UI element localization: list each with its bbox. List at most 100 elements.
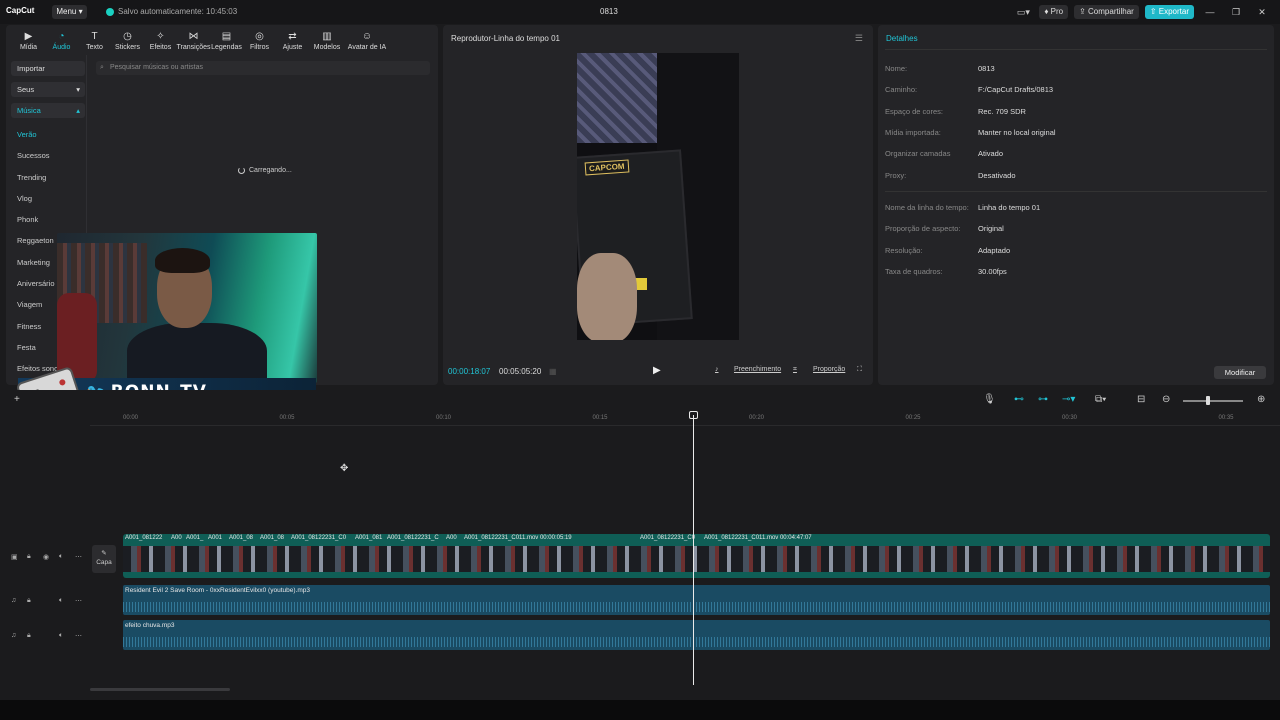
detail-label: Nome da linha do tempo:	[885, 203, 969, 212]
tab-adjust[interactable]: ⇄ Ajuste	[276, 27, 309, 52]
tab-audio[interactable]: ◔ Áudio	[45, 27, 78, 52]
search-icon: ⌕	[100, 64, 104, 71]
split-icon[interactable]: ⧉▾	[1095, 394, 1106, 405]
menu-button[interactable]: Menu ▾	[52, 5, 87, 19]
playhead[interactable]	[693, 415, 694, 685]
more-icon[interactable]: ⋯	[75, 632, 82, 640]
volume-icon[interactable]: 🔈︎	[59, 553, 63, 561]
export-button[interactable]: ⇧ Exportar	[1144, 5, 1194, 19]
share-button[interactable]: ⇪ Compartilhar	[1074, 5, 1139, 19]
chevron-up-icon: ▴	[76, 106, 80, 115]
pro-button[interactable]: ♦ Pro	[1039, 5, 1069, 19]
lock-icon[interactable]: 🔒︎	[27, 553, 31, 561]
link-icon[interactable]: ⊶	[1038, 394, 1048, 405]
mouse-cursor-icon: ✥	[340, 463, 349, 474]
cover-button[interactable]: ✎ Capa	[92, 545, 116, 573]
horizontal-scrollbar[interactable]	[90, 688, 230, 691]
audio-clip-music[interactable]: Resident Evil 2 Save Room - 0xxResidentE…	[123, 585, 1270, 615]
clip-label: A001_08122231_C	[387, 535, 439, 541]
sticker-icon: ◷	[123, 31, 132, 42]
fullscreen-icon[interactable]: ⛶	[857, 366, 862, 374]
tab-captions[interactable]: ▤ Legendas	[210, 27, 243, 52]
tab-templates[interactable]: ▥ Modelos	[309, 27, 345, 52]
loading-indicator: Carregando...	[238, 167, 292, 174]
sidebar-item[interactable]: Sucessos	[11, 145, 85, 166]
project-title: 0813	[600, 7, 618, 16]
fill-button[interactable]: Preenchimento	[734, 366, 781, 373]
close-icon[interactable]: ✕	[1252, 7, 1272, 18]
layout-icon[interactable]: ▭▾	[1013, 7, 1033, 18]
microphone-icon[interactable]: 🎙	[983, 394, 996, 405]
tab-label: Filtros	[249, 44, 270, 51]
tab-label: Avatar de IA	[347, 44, 387, 51]
total-timecode: 00:05:05:20	[499, 367, 542, 376]
volume-icon[interactable]: 🔈︎	[59, 632, 63, 640]
media-icon: ▶	[24, 31, 33, 42]
title-bar: CapCut Menu ▾ Salvo automaticamente: 10:…	[0, 0, 1280, 24]
ruler-tick: 00:35	[1218, 415, 1234, 421]
tab-ai-avatar[interactable]: ☺ Avatar de IA	[345, 27, 389, 52]
play-icon[interactable]: ▶	[653, 365, 661, 376]
menu-icon[interactable]: ☰	[855, 33, 863, 44]
tab-filters[interactable]: ◎ Filtros	[243, 27, 276, 52]
restore-icon[interactable]: ❐	[1226, 7, 1246, 18]
crop-icon[interactable]: ⌗	[793, 366, 797, 374]
zoom-slider[interactable]	[1183, 400, 1243, 402]
detail-value: Adaptado	[978, 245, 1011, 255]
tiktok-icon[interactable]: ♪	[715, 366, 719, 373]
ruler-tick: 00:25	[905, 415, 921, 421]
detail-value: 0813	[978, 64, 995, 73]
preview-axis-icon[interactable]: ⊸▾	[1062, 394, 1075, 405]
zoom-out-icon[interactable]: ⊖	[1162, 394, 1170, 405]
webcam-overlay	[57, 233, 317, 383]
tab-label: Transições	[176, 44, 211, 51]
visibility-icon[interactable]: ◉	[43, 553, 49, 561]
lock-icon[interactable]: 🔒︎	[27, 597, 31, 605]
templates-icon: ▥	[322, 31, 332, 42]
tab-media[interactable]: ▶ Mídia	[12, 27, 45, 52]
detail-label: Resolução:	[885, 245, 923, 255]
search-input[interactable]: ⌕ Pesquisar músicas ou artistas	[96, 61, 430, 75]
lock-icon[interactable]: 🔒︎	[27, 632, 31, 640]
waveform	[123, 637, 1270, 647]
tab-sticker[interactable]: ◷ Stickers	[111, 27, 144, 52]
tab-transitions[interactable]: ⋈ Transições	[176, 27, 211, 52]
tab-label: Modelos	[313, 44, 341, 51]
zoom-in-icon[interactable]: ⊕	[1257, 394, 1265, 405]
sidebar-item[interactable]: Phonk	[11, 209, 85, 230]
sidebar-item[interactable]: Trending	[11, 167, 85, 188]
sidebar-item[interactable]: Verão	[11, 124, 85, 145]
zoom-handle[interactable]	[1206, 396, 1210, 405]
audio-clip-rain[interactable]: efeito chuva.mp3	[123, 620, 1270, 650]
import-button[interactable]: Importar	[11, 61, 85, 76]
detail-label: Mídia importada:	[885, 127, 941, 137]
time-ruler[interactable]: 00:00 00:05 00:10 00:15 00:20 00:25 00:30 00:35	[90, 412, 1280, 426]
detail-value: Ativado	[978, 149, 1004, 159]
detail-label: Caminho:	[885, 85, 918, 95]
tab-label: Stickers	[115, 44, 140, 51]
more-icon[interactable]: ⋯	[75, 597, 82, 605]
magnet-icon[interactable]: ⊷	[1014, 394, 1024, 405]
volume-icon[interactable]: 🔈︎	[59, 597, 63, 605]
minimize-icon[interactable]: —	[1200, 7, 1220, 17]
add-track-icon[interactable]: +	[14, 394, 20, 405]
details-title: Detalhes	[886, 34, 918, 43]
bottom-strip	[0, 700, 1280, 720]
tab-text[interactable]: T Texto	[78, 27, 111, 52]
sidebar-item[interactable]: Vlog	[11, 188, 85, 209]
ratio-button[interactable]: Proporção	[813, 366, 845, 373]
search-placeholder: Pesquisar músicas ou artistas	[110, 64, 203, 71]
video-preview[interactable]: CAPCOM	[577, 53, 739, 340]
more-icon[interactable]: ⋯	[75, 553, 82, 561]
video-track[interactable]: A001_081222 A00 A001_ A001 A001_08 A001_08 A00…	[123, 534, 1270, 578]
tab-effects[interactable]: ✧ Efeitos	[144, 27, 177, 52]
detail-value: Manter no local original	[978, 127, 1056, 137]
video-track-header: ▣ 🔒︎ ◉ 🔈︎ ⋯	[8, 553, 88, 583]
caption-icon[interactable]: ⊟	[1137, 394, 1145, 405]
cover-label: Capa	[96, 559, 112, 566]
yours-category[interactable]: Seus ▾	[11, 82, 85, 97]
grid-icon[interactable]: ▦	[549, 367, 557, 376]
chevron-down-icon: ▾	[76, 85, 80, 94]
modify-button[interactable]: Modificar	[1214, 366, 1266, 379]
music-category[interactable]: Música ▴	[11, 103, 85, 118]
